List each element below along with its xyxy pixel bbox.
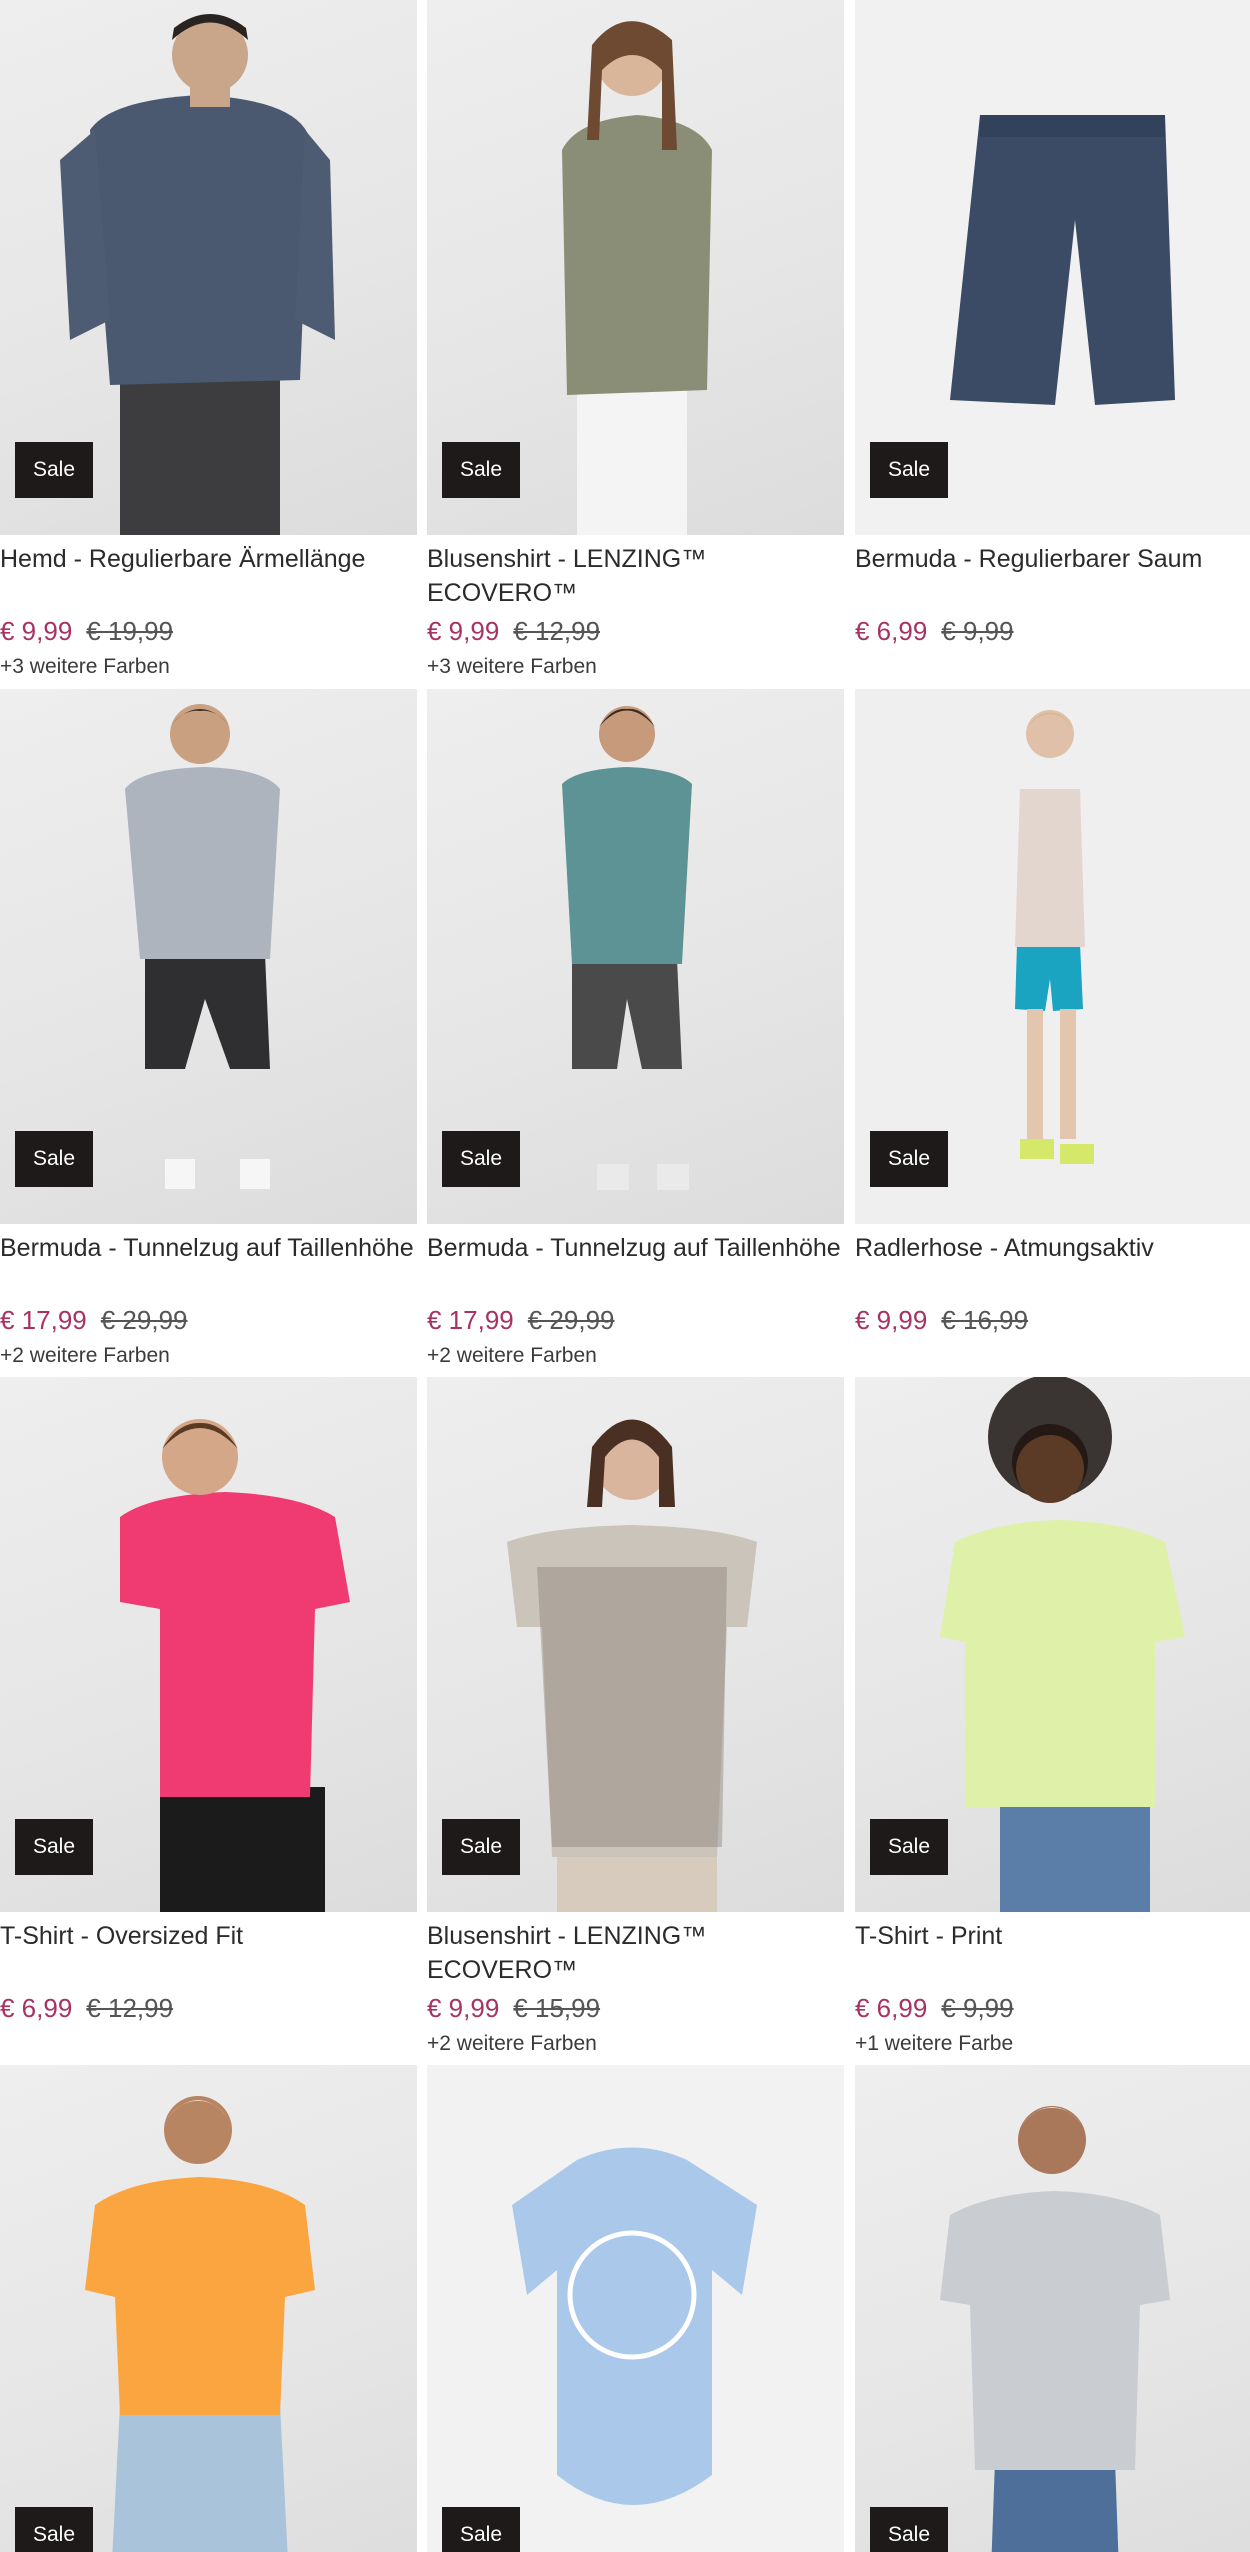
product-title[interactable]: Bermuda - Regulierbarer Saum bbox=[855, 542, 1250, 576]
product-title[interactable]: T-Shirt - Oversized Fit bbox=[0, 1919, 417, 1953]
product-image[interactable]: Sale bbox=[855, 2065, 1250, 2552]
sale-badge: Sale bbox=[870, 1131, 948, 1187]
price-row: € 6,99 € 12,99 bbox=[0, 1991, 173, 2025]
product-title[interactable]: Bermuda - Tunnelzug auf Taillenhöhe bbox=[0, 1231, 417, 1265]
sale-badge: Sale bbox=[15, 1131, 93, 1187]
product-image[interactable]: Sale bbox=[855, 0, 1250, 535]
product-image[interactable]: Sale bbox=[427, 0, 844, 535]
product-card[interactable]: Sale Blusenshirt - LENZING™ ECOVERO™ € 9… bbox=[427, 1377, 844, 2065]
price-row: € 17,99 € 29,99 bbox=[427, 1303, 615, 1337]
current-price: € 9,99 bbox=[0, 616, 73, 646]
current-price: € 9,99 bbox=[427, 616, 500, 646]
product-title[interactable]: Blusenshirt - LENZING™ ECOVERO™ bbox=[427, 1919, 844, 1987]
more-colors[interactable]: +3 weitere Farben bbox=[0, 654, 170, 680]
sale-badge: Sale bbox=[442, 442, 520, 498]
product-card[interactable]: Sale Bermuda - Regulierbarer Saum € 6,99… bbox=[855, 0, 1250, 688]
old-price: € 12,99 bbox=[513, 616, 601, 646]
product-card[interactable]: Sale bbox=[855, 2065, 1250, 2552]
sale-badge: Sale bbox=[15, 1819, 93, 1875]
product-card[interactable]: Sale T-Shirt - Oversized Fit € 6,99 € 12,… bbox=[0, 1377, 417, 2065]
product-title[interactable]: T-Shirt - Print bbox=[855, 1919, 1250, 1953]
product-image[interactable]: Sale bbox=[427, 2065, 844, 2552]
more-colors[interactable]: +1 weitere Farbe bbox=[855, 2031, 1013, 2057]
product-image[interactable]: Sale bbox=[0, 1377, 417, 1912]
old-price: € 15,99 bbox=[513, 1993, 601, 2023]
price-row: € 9,99 € 15,99 bbox=[427, 1991, 600, 2025]
product-title[interactable]: Bermuda - Tunnelzug auf Taillenhöhe bbox=[427, 1231, 844, 1265]
current-price: € 17,99 bbox=[0, 1305, 87, 1335]
sale-badge: Sale bbox=[15, 442, 93, 498]
old-price: € 9,99 bbox=[941, 1993, 1014, 2023]
sale-badge: Sale bbox=[15, 2507, 93, 2552]
sale-badge: Sale bbox=[442, 1131, 520, 1187]
product-card[interactable]: Sale Radlerhose - Atmungsaktiv € 9,99 € 1… bbox=[855, 689, 1250, 1377]
current-price: € 17,99 bbox=[427, 1305, 514, 1335]
product-image[interactable]: Sale bbox=[855, 1377, 1250, 1912]
price-row: € 17,99 € 29,99 bbox=[0, 1303, 188, 1337]
product-image[interactable]: Sale bbox=[427, 689, 844, 1224]
sale-badge: Sale bbox=[870, 1819, 948, 1875]
current-price: € 6,99 bbox=[855, 1993, 928, 2023]
old-price: € 29,99 bbox=[527, 1305, 615, 1335]
price-row: € 9,99 € 19,99 bbox=[0, 614, 173, 648]
product-title[interactable]: Radlerhose - Atmungsaktiv bbox=[855, 1231, 1250, 1265]
sale-badge: Sale bbox=[442, 2507, 520, 2552]
product-image[interactable]: Sale bbox=[427, 1377, 844, 1912]
product-card[interactable]: Sale Bermuda - Tunnelzug auf Taillenhöhe… bbox=[0, 689, 417, 1377]
old-price: € 29,99 bbox=[100, 1305, 188, 1335]
sale-badge: Sale bbox=[870, 2507, 948, 2552]
current-price: € 6,99 bbox=[855, 616, 928, 646]
old-price: € 12,99 bbox=[86, 1993, 174, 2023]
price-row: € 9,99 € 12,99 bbox=[427, 614, 600, 648]
current-price: € 9,99 bbox=[427, 1993, 500, 2023]
product-card[interactable]: Sale T-Shirt - Print € 6,99 € 9,99 +1 wei… bbox=[855, 1377, 1250, 2065]
more-colors[interactable]: +3 weitere Farben bbox=[427, 654, 597, 680]
product-image[interactable]: Sale bbox=[0, 2065, 417, 2552]
product-card[interactable]: Sale Hemd - Regulierbare Ärmellänge € 9,… bbox=[0, 0, 417, 688]
product-title[interactable]: Blusenshirt - LENZING™ ECOVERO™ bbox=[427, 542, 844, 610]
product-card[interactable]: Sale Blusenshirt - LENZING™ ECOVERO™ € 9… bbox=[427, 0, 844, 688]
old-price: € 19,99 bbox=[86, 616, 174, 646]
sale-badge: Sale bbox=[870, 442, 948, 498]
price-row: € 6,99 € 9,99 bbox=[855, 1991, 1014, 2025]
product-card[interactable]: Sale bbox=[427, 2065, 844, 2552]
product-image[interactable]: Sale bbox=[855, 689, 1250, 1224]
product-image[interactable]: Sale bbox=[0, 0, 417, 535]
more-colors[interactable]: +2 weitere Farben bbox=[427, 2031, 597, 2057]
old-price: € 16,99 bbox=[941, 1305, 1029, 1335]
old-price: € 9,99 bbox=[941, 616, 1014, 646]
price-row: € 9,99 € 16,99 bbox=[855, 1303, 1028, 1337]
product-image[interactable]: Sale bbox=[0, 689, 417, 1224]
product-card[interactable]: Sale Bermuda - Tunnelzug auf Taillenhöhe… bbox=[427, 689, 844, 1377]
sale-badge: Sale bbox=[442, 1819, 520, 1875]
current-price: € 6,99 bbox=[0, 1993, 73, 2023]
price-row: € 6,99 € 9,99 bbox=[855, 614, 1014, 648]
product-card[interactable]: Sale bbox=[0, 2065, 417, 2552]
more-colors[interactable]: +2 weitere Farben bbox=[427, 1343, 597, 1369]
product-title[interactable]: Hemd - Regulierbare Ärmellänge bbox=[0, 542, 417, 576]
current-price: € 9,99 bbox=[855, 1305, 928, 1335]
more-colors[interactable]: +2 weitere Farben bbox=[0, 1343, 170, 1369]
